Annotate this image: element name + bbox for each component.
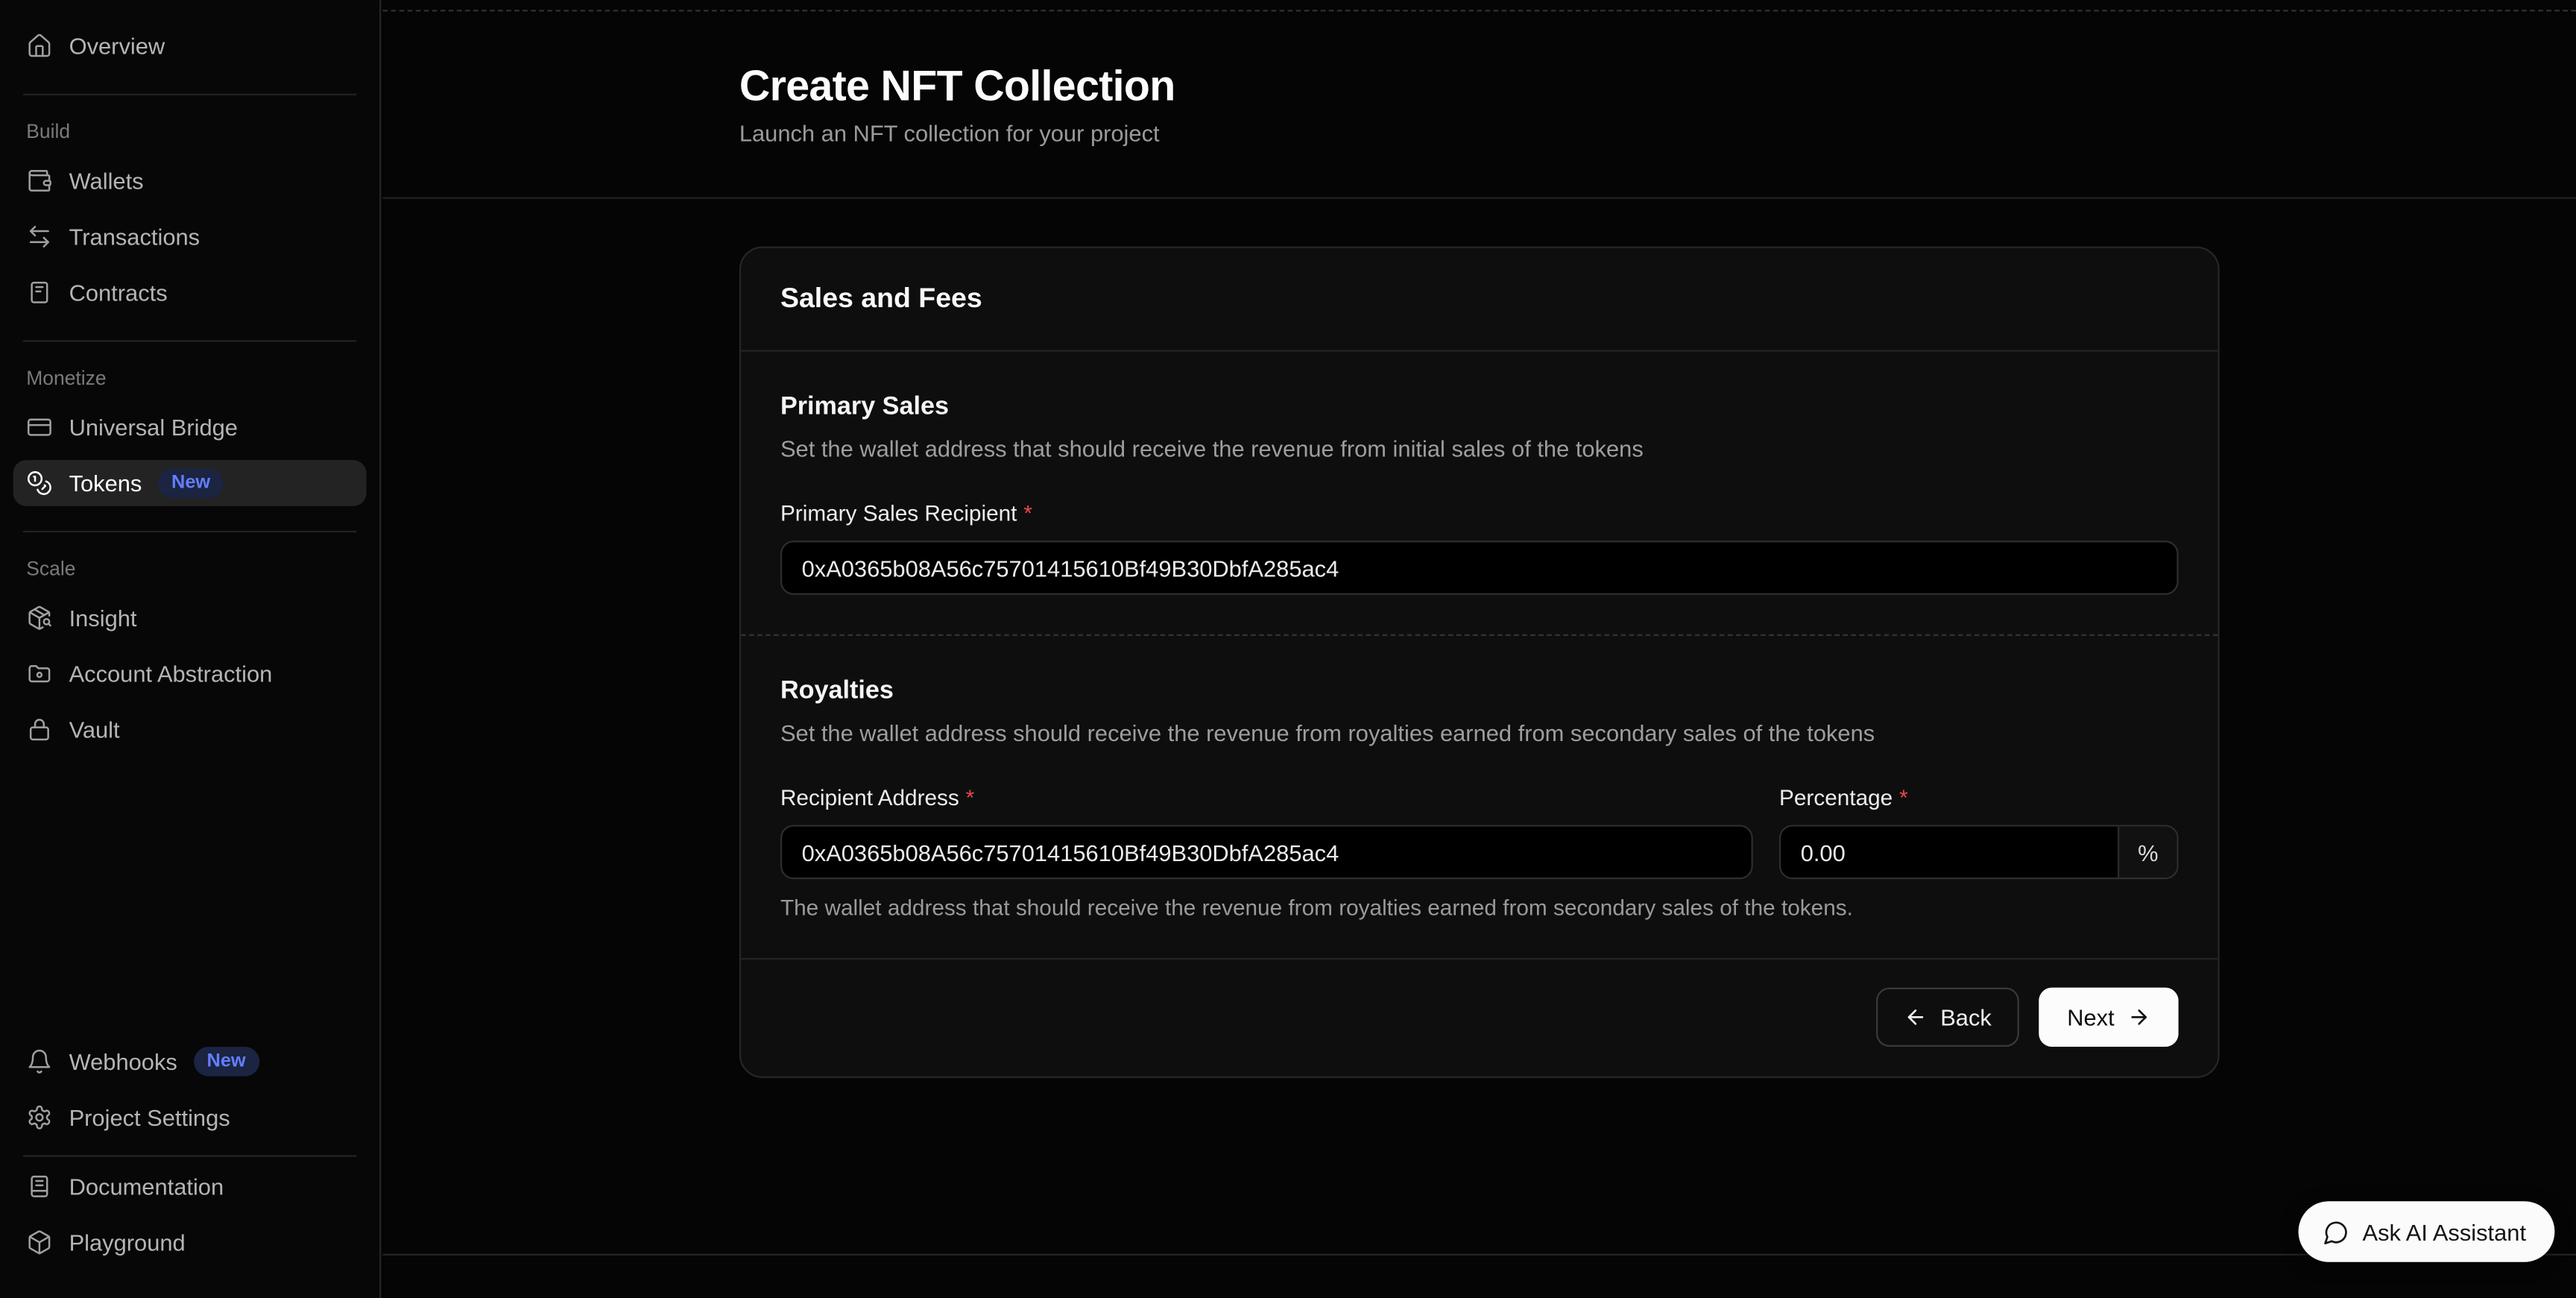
home-icon <box>26 33 52 59</box>
sidebar-item-label: Project Settings <box>69 1104 230 1130</box>
percentage-label: Percentage * <box>1779 786 2179 812</box>
sidebar-item-contracts[interactable]: Contracts <box>13 269 367 315</box>
percentage-input[interactable] <box>1781 827 2118 878</box>
card-footer: Back Next <box>741 960 2217 1076</box>
card-body: Primary Sales Set the wallet address tha… <box>741 352 2217 960</box>
lock-icon <box>26 716 52 743</box>
percentage-input-group: % <box>1779 825 2179 879</box>
card-title: Sales and Fees <box>780 283 2179 315</box>
primary-sales-recipient-label: Primary Sales Recipient* <box>780 501 2179 527</box>
sidebar-section-scale: Scale <box>26 555 353 582</box>
app-root: Overview Build Wallets Transactions Cont… <box>0 0 2576 1298</box>
sidebar-item-label: Wallets <box>69 168 144 194</box>
sidebar-divider <box>23 1155 356 1156</box>
royalties-fields-row: Recipient Address * Percentage * % <box>780 748 2179 879</box>
sidebar-divider <box>23 94 356 95</box>
sidebar-item-account-abstraction[interactable]: Account Abstraction <box>13 651 367 697</box>
back-button[interactable]: Back <box>1876 988 2019 1047</box>
sidebar-footer: Webhooks New Project Settings Documentat… <box>13 1039 367 1275</box>
coins-icon <box>26 470 52 496</box>
sidebar-item-webhooks[interactable]: Webhooks New <box>13 1039 367 1085</box>
sidebar-item-label: Playground <box>69 1229 186 1256</box>
sidebar-section-monetize: Monetize <box>26 365 353 391</box>
page-subtitle: Launch an NFT collection for your projec… <box>739 119 1160 148</box>
percentage-field: Percentage * % <box>1779 748 2179 879</box>
new-badge: New <box>194 1047 259 1077</box>
gear-icon <box>26 1104 52 1130</box>
primary-sales-recipient-input[interactable] <box>780 541 2179 595</box>
main-bottom-divider <box>383 1254 2576 1256</box>
page-title: Create NFT Collection <box>739 61 1175 112</box>
sidebar-item-playground[interactable]: Playground <box>13 1219 367 1265</box>
sidebar-item-tokens[interactable]: Tokens New <box>13 460 367 506</box>
sidebar: Overview Build Wallets Transactions Cont… <box>0 0 381 1298</box>
sidebar-item-label: Vault <box>69 716 120 743</box>
contract-document-icon <box>26 280 52 306</box>
sidebar-item-label: Insight <box>69 605 137 631</box>
back-button-label: Back <box>1940 1004 1992 1030</box>
label-text: Percentage <box>1779 786 1892 810</box>
sidebar-item-wallets[interactable]: Wallets <box>13 158 367 204</box>
smart-wallet-icon <box>26 661 52 687</box>
sidebar-item-vault[interactable]: Vault <box>13 707 367 753</box>
percent-suffix: % <box>2118 827 2176 878</box>
sidebar-item-label: Documentation <box>69 1173 224 1200</box>
sidebar-item-universal-bridge[interactable]: Universal Bridge <box>13 404 367 450</box>
sales-and-fees-card: Sales and Fees Primary Sales Set the wal… <box>739 247 2220 1078</box>
sidebar-item-label: Tokens <box>69 470 142 496</box>
cube-icon <box>26 1229 52 1256</box>
main-content: Create NFT Collection Launch an NFT coll… <box>383 0 2576 1298</box>
ask-ai-assistant-button[interactable]: Ask AI Assistant <box>2299 1201 2554 1262</box>
sidebar-section-build: Build <box>26 119 353 145</box>
ask-ai-assistant-label: Ask AI Assistant <box>2362 1218 2526 1244</box>
bell-icon <box>26 1048 52 1074</box>
required-asterisk: * <box>966 786 975 810</box>
section-dashed-divider <box>741 634 2217 636</box>
arrow-left-icon <box>1904 1006 1928 1029</box>
sidebar-divider <box>23 340 356 341</box>
sidebar-divider <box>23 531 356 532</box>
arrow-right-icon <box>2127 1006 2150 1029</box>
label-text: Recipient Address <box>780 786 959 810</box>
required-asterisk: * <box>1023 501 1032 526</box>
recipient-address-label: Recipient Address * <box>780 786 1753 812</box>
recipient-helper-text: The wallet address that should receive t… <box>780 894 2179 921</box>
sidebar-item-overview[interactable]: Overview <box>13 23 367 69</box>
header-divider <box>383 197 2576 198</box>
royalties-heading: Royalties <box>780 675 2179 707</box>
next-button-label: Next <box>2067 1004 2114 1030</box>
wallet-icon <box>26 168 52 194</box>
book-icon <box>26 1173 52 1200</box>
sidebar-item-project-settings[interactable]: Project Settings <box>13 1094 367 1141</box>
sidebar-item-label: Account Abstraction <box>69 661 273 687</box>
sidebar-item-label: Webhooks <box>69 1048 177 1074</box>
label-text: Primary Sales Recipient <box>780 501 1017 526</box>
sidebar-item-insight[interactable]: Insight <box>13 595 367 641</box>
sidebar-item-label: Transactions <box>69 224 201 250</box>
package-search-icon <box>26 605 52 631</box>
sidebar-item-documentation[interactable]: Documentation <box>13 1164 367 1210</box>
top-dashed-divider <box>383 10 2576 11</box>
new-badge: New <box>158 468 223 498</box>
chat-bubble-icon <box>2323 1218 2349 1244</box>
royalties-description: Set the wallet address should receive th… <box>780 718 2179 748</box>
sidebar-item-transactions[interactable]: Transactions <box>13 214 367 260</box>
sidebar-item-label: Universal Bridge <box>69 414 238 440</box>
sidebar-item-label: Overview <box>69 33 165 59</box>
recipient-address-field: Recipient Address * <box>780 748 1753 879</box>
primary-sales-heading: Primary Sales <box>780 391 2179 423</box>
card-header: Sales and Fees <box>741 248 2217 352</box>
primary-sales-description: Set the wallet address that should recei… <box>780 434 2179 464</box>
sidebar-item-label: Contracts <box>69 280 168 306</box>
required-asterisk: * <box>1899 786 1908 810</box>
credit-card-icon <box>26 414 52 440</box>
recipient-address-input[interactable] <box>780 825 1753 879</box>
next-button[interactable]: Next <box>2039 988 2179 1047</box>
arrows-left-right-icon <box>26 224 52 250</box>
